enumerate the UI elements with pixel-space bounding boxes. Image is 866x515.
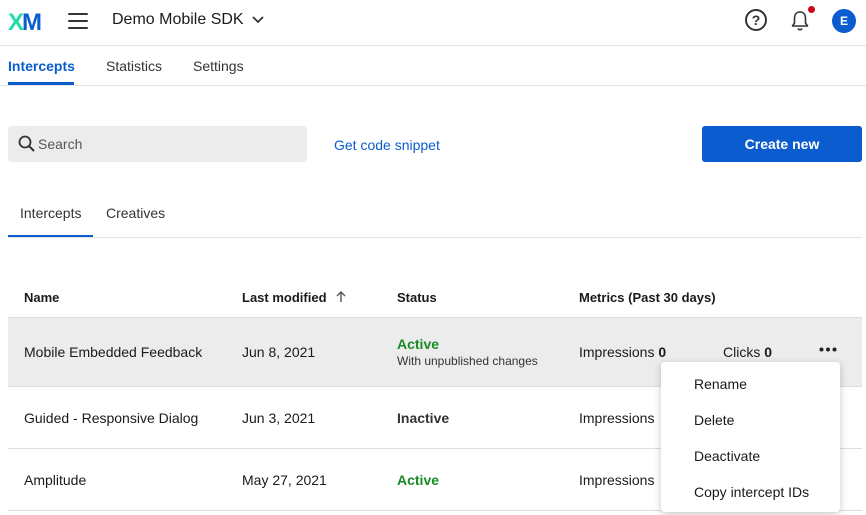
search-input[interactable]: [38, 126, 298, 162]
subtab-creatives[interactable]: Creatives: [106, 205, 165, 221]
column-header-last-modified[interactable]: Last modified: [242, 290, 346, 305]
tabs-divider: [0, 85, 866, 86]
subtabs-divider: [8, 237, 862, 238]
menu-item-deactivate[interactable]: Deactivate: [694, 448, 760, 464]
impressions-metric: Impressions: [579, 472, 655, 488]
impressions-metric: Impressions: [579, 410, 655, 426]
sort-ascending-icon: [336, 291, 346, 302]
status-badge: Inactive: [397, 410, 450, 426]
row-modified: May 27, 2021: [242, 472, 327, 488]
impressions-metric: Impressions 0: [579, 344, 667, 360]
row-name[interactable]: Guided - Responsive Dialog: [24, 410, 198, 426]
row-modified: Jun 3, 2021: [242, 410, 316, 426]
search-box[interactable]: [8, 126, 307, 162]
notification-dot: [808, 6, 815, 13]
chevron-down-icon: [251, 16, 264, 24]
column-header-name[interactable]: Name: [24, 290, 59, 305]
xm-logo[interactable]: XM: [8, 9, 42, 37]
search-icon: [18, 135, 35, 152]
clicks-metric: Clicks 0: [723, 344, 773, 360]
status-badge: Active: [397, 336, 440, 352]
subtab-intercepts[interactable]: Intercepts: [20, 205, 81, 221]
row-context-menu: Rename Delete Deactivate Copy intercept …: [661, 362, 840, 512]
menu-item-copy-intercept-ids[interactable]: Copy intercept IDs: [694, 484, 809, 500]
notification-bell-icon[interactable]: [790, 10, 810, 32]
active-subtab-indicator: [8, 235, 93, 237]
column-header-metrics: Metrics (Past 30 days): [579, 290, 716, 305]
avatar[interactable]: E: [832, 9, 856, 33]
row-modified: Jun 8, 2021: [242, 344, 316, 360]
menu-item-delete[interactable]: Delete: [694, 412, 734, 428]
tab-statistics[interactable]: Statistics: [106, 58, 162, 74]
help-icon[interactable]: ?: [745, 9, 767, 31]
status-badge: Active: [397, 472, 440, 488]
project-name: Demo Mobile SDK: [112, 11, 244, 28]
tab-settings[interactable]: Settings: [193, 58, 244, 74]
header-divider: [0, 45, 866, 46]
project-selector[interactable]: Demo Mobile SDK: [112, 11, 264, 29]
create-new-button[interactable]: Create new: [702, 126, 862, 162]
get-code-snippet-link[interactable]: Get code snippet: [334, 137, 440, 153]
status-note: With unpublished changes: [397, 354, 538, 368]
row-name[interactable]: Mobile Embedded Feedback: [24, 344, 202, 360]
hamburger-menu-icon[interactable]: [68, 13, 88, 29]
more-options-icon[interactable]: [819, 347, 837, 352]
tab-intercepts[interactable]: Intercepts: [8, 58, 75, 74]
column-header-status[interactable]: Status: [397, 290, 437, 305]
menu-item-rename[interactable]: Rename: [694, 376, 747, 392]
row-name[interactable]: Amplitude: [24, 472, 86, 488]
